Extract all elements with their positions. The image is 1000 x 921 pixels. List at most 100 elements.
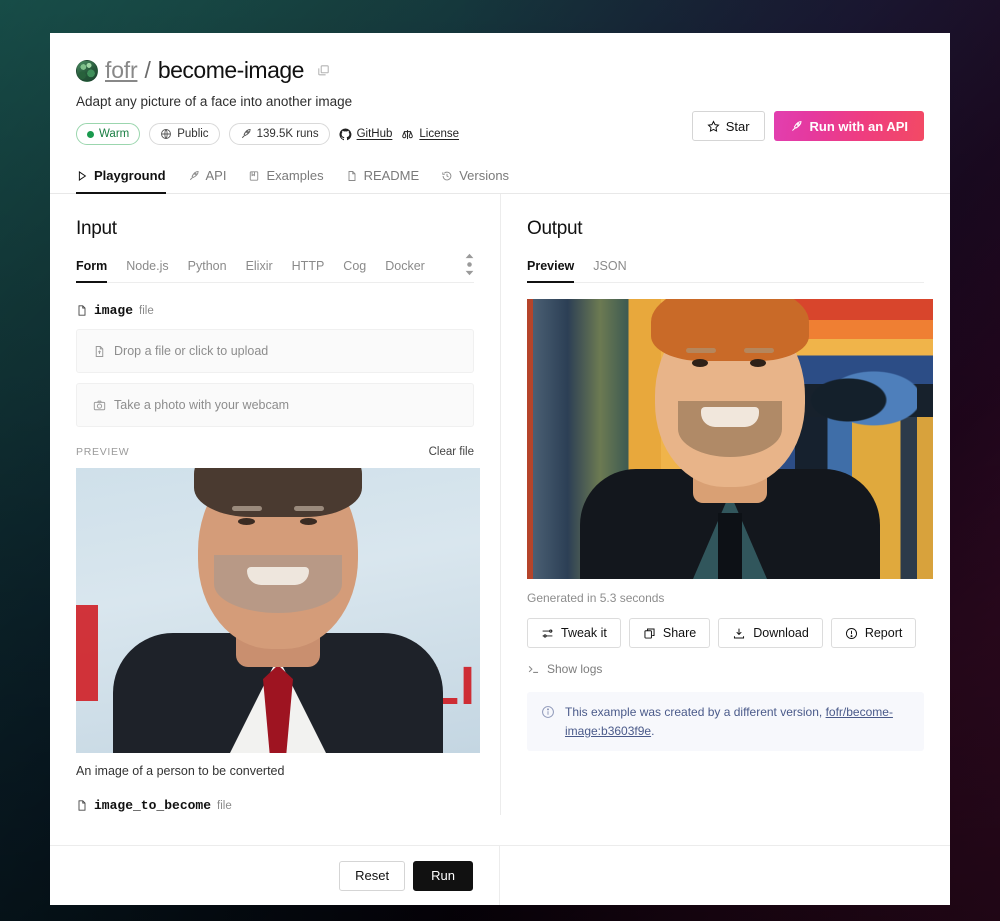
input-photo: NETFLI <box>76 468 480 753</box>
chevron-up-icon <box>465 253 474 259</box>
painted-eye-left <box>692 359 708 367</box>
input-format-tabs: Form Node.js Python Elixir HTTP Cog Dock… <box>76 253 474 283</box>
show-logs-label: Show logs <box>547 662 603 676</box>
header-actions: Star Run with an API <box>691 111 924 141</box>
run-button[interactable]: Run <box>413 860 473 891</box>
star-icon <box>707 119 720 132</box>
run-with-api-button[interactable]: Run with an API <box>773 111 924 141</box>
playground-footer: Reset Run <box>50 845 950 905</box>
globe-icon <box>161 129 172 139</box>
book-icon <box>250 170 259 181</box>
person-mouth <box>247 567 309 585</box>
info-icon <box>542 706 554 718</box>
person-brow-right <box>294 506 324 511</box>
webcam-zone-image-label: Take a photo with your webcam <box>114 398 290 412</box>
input-tab-nodejs[interactable]: Node.js <box>126 259 168 283</box>
input-tab-elixir[interactable]: Elixir <box>246 259 273 283</box>
chevron-down-icon <box>465 270 474 276</box>
visibility-badge-label: Public <box>177 128 209 140</box>
output-painting <box>527 299 933 579</box>
download-button[interactable]: Download <box>718 618 823 648</box>
camera-icon <box>93 400 106 410</box>
tab-versions[interactable]: Versions <box>441 168 509 194</box>
field-name-image: image <box>94 303 134 318</box>
clear-file-button[interactable]: Clear file <box>429 446 474 458</box>
terminal-icon <box>528 665 539 673</box>
file-dropzone-image[interactable]: Drop a file or click to upload <box>76 329 474 373</box>
output-panel: Output Preview JSON Generated in 5.3 sec… <box>501 194 950 815</box>
input-tab-http[interactable]: HTTP <box>292 259 325 283</box>
tab-examples[interactable]: Examples <box>248 168 324 194</box>
model-header: fofr / become-image Adapt any picture of… <box>50 33 950 145</box>
rocket-icon <box>189 170 199 180</box>
app-window: fofr / become-image Adapt any picture of… <box>50 33 950 905</box>
status-badge-label: Warm <box>99 128 130 140</box>
owner-link[interactable]: fofr <box>105 57 138 84</box>
notice-text-after: . <box>651 723 655 738</box>
person-eye-right <box>300 518 317 525</box>
sliders-icon <box>542 629 553 637</box>
input-panel: Input Form Node.js Python Elixir HTTP Co… <box>50 194 500 815</box>
star-button-label: Star <box>725 118 750 134</box>
painted-eye-right <box>750 359 766 367</box>
preview-row: PREVIEW Clear file <box>76 446 474 458</box>
page-title: become-image <box>157 57 305 83</box>
runs-badge: 139.5K runs <box>228 123 330 145</box>
painted-hair <box>651 299 809 361</box>
tweak-it-button[interactable]: Tweak it <box>527 618 621 648</box>
generation-time: Generated in 5.3 seconds <box>527 591 665 605</box>
tweak-it-label: Tweak it <box>561 626 607 640</box>
tab-readme[interactable]: README <box>346 168 420 194</box>
tab-api-label: API <box>205 168 227 183</box>
output-tabs: Preview JSON <box>527 258 924 283</box>
license-link[interactable]: License <box>401 128 459 141</box>
run-with-api-label: Run with an API <box>809 118 908 134</box>
reset-button[interactable]: Reset <box>339 860 406 891</box>
license-link-label: License <box>419 128 460 140</box>
input-tab-docker[interactable]: Docker <box>385 259 425 283</box>
tab-versions-label: Versions <box>459 168 510 183</box>
painted-tie <box>718 513 742 579</box>
playground-columns: Input Form Node.js Python Elixir HTTP Co… <box>50 194 950 815</box>
star-button[interactable]: Star <box>691 111 765 141</box>
output-tab-preview[interactable]: Preview <box>527 259 575 283</box>
play-icon <box>78 170 87 181</box>
copy-icon[interactable] <box>317 64 330 77</box>
history-icon <box>442 171 452 180</box>
output-image <box>527 299 933 579</box>
share-button[interactable]: Share <box>628 618 711 648</box>
footer-actions: Reset Run <box>50 846 500 905</box>
input-tab-cog[interactable]: Cog <box>343 259 366 283</box>
webcam-zone-image[interactable]: Take a photo with your webcam <box>76 383 474 427</box>
dot-icon <box>467 262 472 267</box>
rocket-icon <box>791 120 802 131</box>
field-label-image-to-become: image_to_become file <box>76 798 474 813</box>
share-icon <box>644 627 655 639</box>
painted-brow-left <box>686 348 716 353</box>
file-upload-icon <box>95 345 104 357</box>
status-badge: Warm <box>76 123 141 145</box>
painted-mouth <box>701 407 759 427</box>
person-brow-left <box>232 506 262 511</box>
field-name-image-to-become: image_to_become <box>94 798 212 813</box>
input-tab-python[interactable]: Python <box>188 259 227 283</box>
title-separator: / <box>144 57 151 83</box>
person-hair <box>194 468 362 517</box>
file-icon <box>78 800 86 811</box>
github-link[interactable]: GitHub <box>339 127 392 141</box>
input-tab-form[interactable]: Form <box>76 259 108 283</box>
model-tagline: Adapt any picture of a face into another… <box>76 94 353 109</box>
show-logs-button[interactable]: Show logs <box>527 662 924 676</box>
output-tab-json[interactable]: JSON <box>593 259 626 283</box>
notice-text-before: This example was created by a different … <box>565 705 826 719</box>
tab-api[interactable]: API <box>188 168 227 194</box>
tab-playground[interactable]: Playground <box>76 168 166 194</box>
field-label-image: image file <box>76 303 474 318</box>
runs-badge-label: 139.5K runs <box>256 128 319 140</box>
report-button[interactable]: Report <box>830 618 917 648</box>
version-notice: This example was created by a different … <box>527 692 924 752</box>
field-caption-image: An image of a person to be converted <box>76 764 285 778</box>
download-icon <box>734 628 745 639</box>
tab-readme-label: README <box>363 168 420 183</box>
tabs-scroll-control[interactable] <box>465 253 474 276</box>
